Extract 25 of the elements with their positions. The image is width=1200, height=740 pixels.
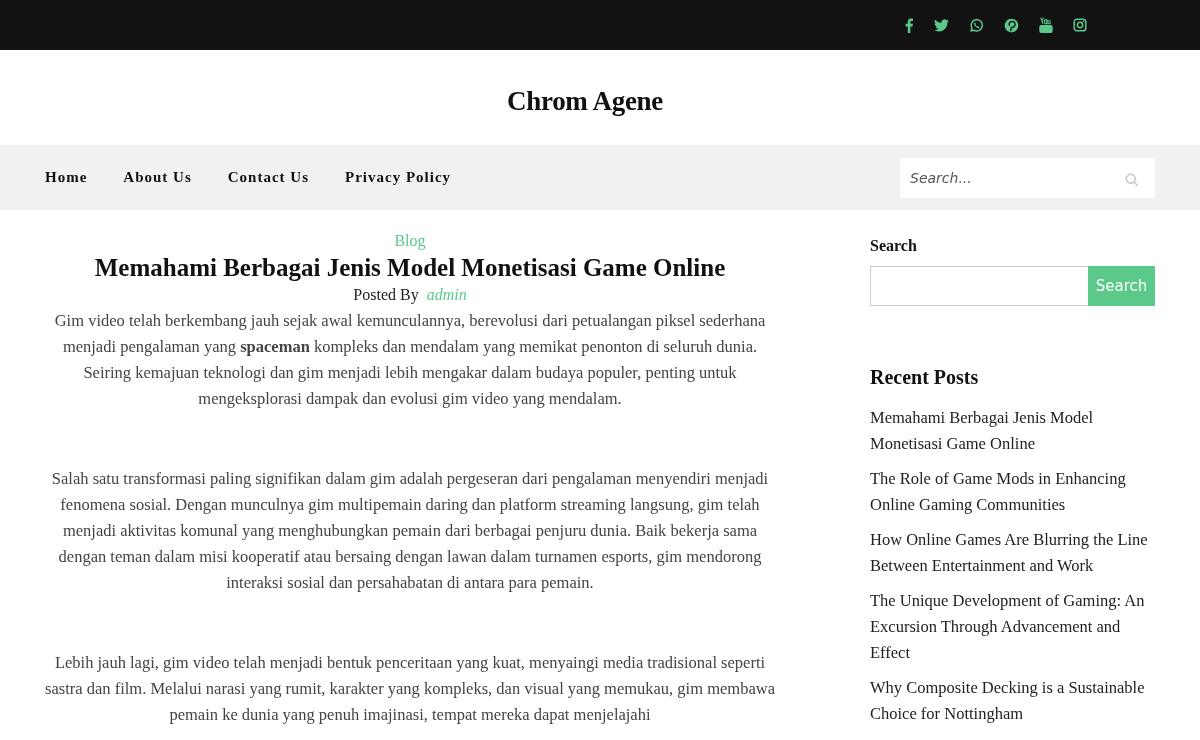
recent-post-link[interactable]: The Role of Game Mods in Enhancing Online Gaming Communities xyxy=(870,466,1155,518)
paragraph: Lebih jauh lagi, gim video telah menjadi bentuk penceritaan yang kuat, menyaingi media tradisional seperti sastra dan film. Melalui narasi yang rumit, karakter yang kompleks, dan visual yang memukau, gim membawa pemain ke dunia yang penuh imajinasi, tempat mereka dapat menjelajahi xyxy=(45,652,775,726)
recent-post-link[interactable]: How Online Games Are Blurring the Line Between Entertainment and Work xyxy=(870,527,1155,579)
whatsapp-icon[interactable] xyxy=(969,17,984,33)
paragraph: Salah satu transformasi paling signifikan dalam gim adalah pergeseran dari pengalaman menyendiri menjadi fenomena sosial. Dengan munculnya gim multipemain daring dan platform streaming langsung, gim telah menjadi aktivitas komunal yang menghubungkan pemain dari berbagai penjuru dunia. Baik bekerja sama dengan teman dalam misi kooperatif atau bersaing dengan lawan dalam turnamen esports, gim mendorong interaksi sosial dan persahabatan di antara para pemain. xyxy=(50,468,770,594)
posted-by-label: Posted By xyxy=(353,286,419,304)
youtube-icon[interactable] xyxy=(1039,17,1053,33)
recent-post-link[interactable]: The Unique Development of Gaming: An Excursion Through Advancement and Effect xyxy=(870,588,1155,666)
nav-link[interactable]: About Us xyxy=(123,169,192,186)
widget-title: Recent Posts xyxy=(870,366,979,389)
recent-post-link[interactable]: Memahami Berbagai Jenis Model Monetisasi Game Online xyxy=(870,405,1155,457)
bird-icon[interactable] xyxy=(934,18,949,32)
recent-post-link[interactable]: Why Composite Decking is a Sustainable Choice for Nottingham xyxy=(870,675,1155,727)
instagram-icon[interactable] xyxy=(1073,18,1087,32)
pinterest-icon[interactable] xyxy=(1004,17,1019,33)
post-title: Memahami Berbagai Jenis Model Monetisasi Game Online xyxy=(94,254,726,282)
widget-title: Search xyxy=(870,237,917,255)
paragraph: Gim video telah berkembang jauh sejak awal kemunculannya, berevolusi dari petualangan piksel sederhana menjadi pengalaman yang spaceman kompleks dan mendalam yang memikat penonton di seluruh dunia. Seiring kemajuan teknologi dan gim menjadi lebih mengakar dalam budaya populer, penting untuk mengeksplorasi dampak dan evolusi gim video yang mendalam. xyxy=(53,310,767,410)
nav-link[interactable]: Contact Us xyxy=(227,169,309,186)
site-title[interactable]: Chrom Agene xyxy=(507,85,663,117)
nav-link[interactable]: Privacy Policy xyxy=(345,169,452,186)
search-input[interactable] xyxy=(870,266,1088,306)
facebook-icon[interactable] xyxy=(904,17,914,33)
nav-link[interactable]: Home xyxy=(45,169,88,186)
search-field[interactable]: Search... xyxy=(900,157,1155,198)
